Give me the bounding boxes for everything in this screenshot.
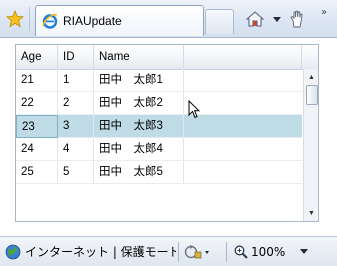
scrollbar-thumb[interactable]: [306, 85, 318, 105]
column-header-id[interactable]: ID: [58, 45, 94, 69]
data-grid[interactable]: Age ID Name 21 1 田中 太郎1 22 2 田中 太郎2 23 3…: [15, 44, 319, 222]
cell-id: 5: [58, 161, 94, 183]
zoom-level[interactable]: 100%: [251, 237, 285, 266]
cell-name: 田中 太郎1: [94, 69, 184, 91]
cell-id: 1: [58, 69, 94, 91]
table-row[interactable]: 25 5 田中 太郎5: [16, 161, 302, 184]
zoom-magnifier-icon[interactable]: [234, 237, 248, 266]
mouse-cursor-icon: [188, 99, 201, 122]
table-row[interactable]: 22 2 田中 太郎2: [16, 92, 302, 115]
cell-name: 田中 太郎5: [94, 161, 184, 183]
vertical-scrollbar[interactable]: ▲ ▼: [303, 69, 318, 221]
cell-id: 4: [58, 138, 94, 160]
home-dropdown-chevron-icon[interactable]: [271, 9, 283, 29]
ie-logo-icon: [42, 13, 58, 29]
cell-age: 24: [16, 138, 58, 160]
more-chevron-icon[interactable]: »: [318, 2, 330, 22]
tab-riaupdate[interactable]: RIAUpdate: [35, 5, 204, 36]
status-bar: インターネット | 保護モード 100%: [0, 236, 337, 266]
cell-name: 田中 太郎2: [94, 92, 184, 114]
column-header-filler: [184, 45, 302, 69]
column-header-name[interactable]: Name: [94, 45, 184, 69]
cell-name: 田中 太郎4: [94, 138, 184, 160]
table-row[interactable]: 21 1 田中 太郎1: [16, 69, 302, 92]
cell-id: 3: [58, 115, 94, 137]
table-row[interactable]: 24 4 田中 太郎4: [16, 138, 302, 161]
cell-age: 21: [16, 69, 58, 91]
cell-age: 22: [16, 92, 58, 114]
table-row-selected[interactable]: 23 3 田中 太郎3: [16, 115, 302, 138]
internet-globe-icon: [5, 237, 21, 266]
tab-toolbar: RIAUpdate »: [0, 0, 337, 38]
cell-name: 田中 太郎3: [94, 115, 184, 137]
scroll-up-arrow-icon[interactable]: ▲: [304, 70, 318, 84]
protected-mode-icon[interactable]: [184, 237, 210, 266]
scroll-down-arrow-icon[interactable]: ▼: [304, 206, 318, 220]
cell-age: 25: [16, 161, 58, 183]
home-icon[interactable]: [244, 9, 266, 29]
tab-title: RIAUpdate: [63, 14, 122, 28]
cell-id: 2: [58, 92, 94, 114]
security-zone-text[interactable]: インターネット | 保護モード: [25, 237, 176, 266]
tools-hand-icon[interactable]: [287, 9, 309, 29]
column-header-age[interactable]: Age: [16, 45, 58, 69]
zoom-dropdown-chevron-icon[interactable]: [300, 237, 308, 266]
grid-header: Age ID Name: [16, 45, 318, 70]
favorites-star-icon[interactable]: [4, 8, 26, 30]
new-tab-button[interactable]: [205, 9, 234, 34]
cell-age: 23: [16, 115, 58, 138]
